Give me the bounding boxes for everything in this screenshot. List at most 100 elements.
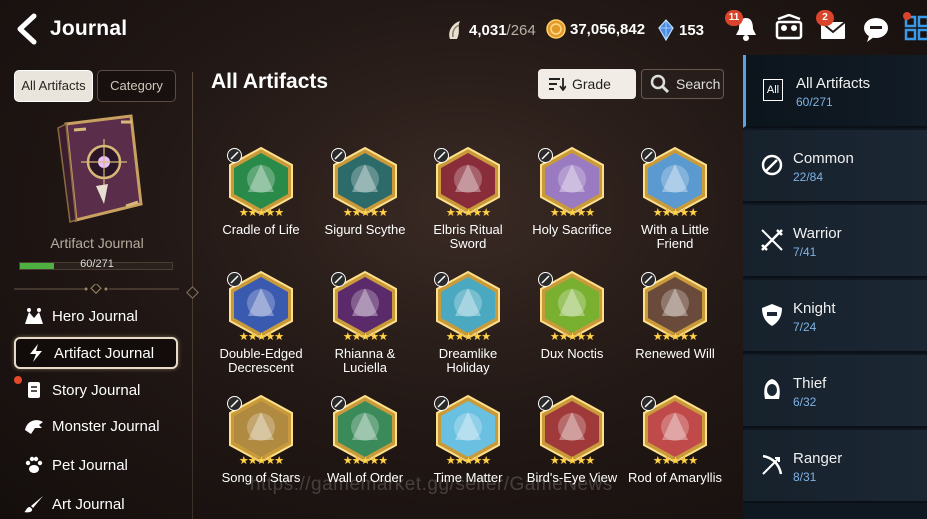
tab-category[interactable]: Category [97, 70, 176, 102]
paw-icon [20, 454, 48, 476]
artifact-card[interactable]: ★★★★★ Renewed Will [623, 270, 727, 394]
page-title: Journal [50, 17, 128, 40]
search-button[interactable]: Search [641, 69, 724, 99]
category-knight[interactable]: Knight 7/24 [743, 280, 927, 353]
category-common[interactable]: Common 22/84 [743, 130, 927, 203]
back-arrow-icon[interactable] [12, 12, 42, 46]
notifications-badge: 11 [725, 10, 743, 26]
star-rating: ★★★★★ [342, 455, 388, 467]
search-label: Search [676, 76, 721, 92]
artifact-card[interactable]: ★★★★★ Wall of Order [313, 394, 417, 518]
artifact-name: Holy Sacrifice [532, 222, 612, 237]
ranger-icon [762, 454, 783, 475]
knight-icon [762, 304, 782, 326]
ranger-class-icon [227, 396, 242, 411]
star-rating: ★★★★★ [238, 331, 284, 343]
artifact-card[interactable]: ★★★★★ Bird's-Eye View [520, 394, 624, 518]
artifact-book-icon [57, 114, 143, 224]
artifact-name: Elbris Ritual Sword [433, 222, 503, 251]
warrior-class-icon [331, 148, 346, 163]
artifact-card[interactable]: ★★★★★ Double-Edged Decrescent [209, 270, 313, 394]
tab-all-artifacts[interactable]: All Artifacts [14, 70, 93, 102]
stamina-counter: 4,031/264 [445, 19, 536, 41]
star-rating: ★★★★★ [342, 331, 388, 343]
search-icon [650, 74, 670, 94]
menu-story-journal[interactable]: Story Journal [14, 374, 178, 406]
stamina-value: 4,031 [469, 21, 507, 39]
category-count: 6/32 [793, 395, 817, 409]
brush-icon [20, 493, 48, 515]
menu-label: Pet Journal [52, 456, 128, 474]
category-name: Knight [793, 300, 836, 317]
main-title: All Artifacts [211, 70, 329, 93]
menu-artifact-journal[interactable]: Artifact Journal [14, 337, 178, 369]
star-rating: ★★★★★ [652, 207, 698, 219]
artifact-card[interactable]: ★★★★★ Elbris Ritual Sword [416, 146, 520, 270]
chat-button[interactable] [861, 14, 891, 44]
mage-class-icon [434, 396, 449, 411]
grade-sort-button[interactable]: Grade [538, 69, 636, 99]
star-rating: ★★★★★ [238, 207, 284, 219]
watermark-text: https://gamemarket.gg/seller/GameNews [250, 474, 613, 495]
star-rating: ★★★★★ [238, 455, 284, 467]
category-name: Ranger [793, 450, 843, 467]
category-all-artifacts[interactable]: All All Artifacts 60/271 [743, 55, 927, 128]
warrior-class-icon [227, 148, 242, 163]
menu-art-journal[interactable]: Art Journal [14, 488, 178, 519]
knight-class-icon [538, 148, 553, 163]
crystal-icon [658, 19, 674, 41]
artifact-card[interactable]: ★★★★★ Rhianna & Luciella [313, 270, 417, 394]
artifact-card[interactable]: ★★★★★ With a Little Friend [623, 146, 727, 270]
artifact-card[interactable]: ★★★★★ Cradle of Life [209, 146, 313, 270]
all-icon: All [763, 79, 783, 101]
artifact-card[interactable]: ★★★★★ Sigurd Scythe [313, 146, 417, 270]
artifact-name: Dux Noctis [540, 346, 604, 361]
hero-icon [20, 305, 48, 327]
star-rating: ★★★★★ [445, 331, 491, 343]
menu-button[interactable] [903, 12, 927, 44]
ranger-class-icon [538, 396, 553, 411]
ranger-class-icon [641, 272, 656, 287]
category-ranger[interactable]: Ranger 8/31 [743, 430, 927, 503]
star-rating: ★★★★★ [445, 455, 491, 467]
crystal-value: 153 [679, 21, 705, 39]
category-count: 7/24 [793, 320, 817, 334]
ranger-class-icon [538, 272, 553, 287]
gold-counter: 37,056,842 [546, 19, 645, 39]
artifact-card[interactable]: ★★★★★ Song of Stars [209, 394, 313, 518]
menu-dot [903, 12, 911, 20]
menu-label: Monster Journal [52, 417, 160, 435]
artifact-card[interactable]: ★★★★★ Time Matter [416, 394, 520, 518]
menu-label: Hero Journal [52, 307, 138, 325]
mail-button[interactable]: 2 [816, 10, 848, 44]
category-name: Common [793, 150, 854, 167]
artifact-name: Rod of Amaryllis [628, 470, 722, 485]
category-panel: All All Artifacts 60/271 Common 22/84 Wa… [743, 55, 927, 519]
top-bar: Journal 4,031/264 37,056,842 153 11 2 [0, 0, 927, 58]
menu-pet-journal[interactable]: Pet Journal [14, 449, 178, 481]
artifact-card[interactable]: ★★★★★ Rod of Amaryllis [623, 394, 727, 518]
artifact-name: Rhianna & Luciella [334, 346, 396, 375]
category-count: 60/271 [796, 95, 833, 109]
category-thief[interactable]: Thief 6/32 [743, 355, 927, 428]
stamina-icon [449, 21, 460, 39]
category-count: 8/31 [793, 470, 817, 484]
new-dot [14, 376, 22, 384]
artifact-card[interactable]: ★★★★★ Holy Sacrifice [520, 146, 624, 270]
category-count: 7/41 [793, 245, 817, 259]
crystal-counter: 153 [657, 19, 704, 41]
artifact-card[interactable]: ★★★★★ Dreamlike Holiday [416, 270, 520, 394]
category-warrior[interactable]: Warrior 7/41 [743, 205, 927, 278]
artifact-card[interactable]: ★★★★★ Dux Noctis [520, 270, 624, 394]
artifact-name: Renewed Will [635, 346, 715, 361]
artifact-name: Dreamlike Holiday [438, 346, 498, 375]
menu-monster-journal[interactable]: Monster Journal [14, 410, 178, 442]
common-icon [761, 154, 783, 176]
book-label: Artifact Journal [50, 235, 144, 251]
gold-coin-icon [546, 19, 566, 39]
friends-button[interactable] [774, 13, 804, 44]
stamina-max: /264 [506, 21, 536, 39]
notifications-button[interactable]: 11 [725, 10, 761, 44]
ranger-class-icon [434, 272, 449, 287]
menu-hero-journal[interactable]: Hero Journal [14, 300, 178, 332]
